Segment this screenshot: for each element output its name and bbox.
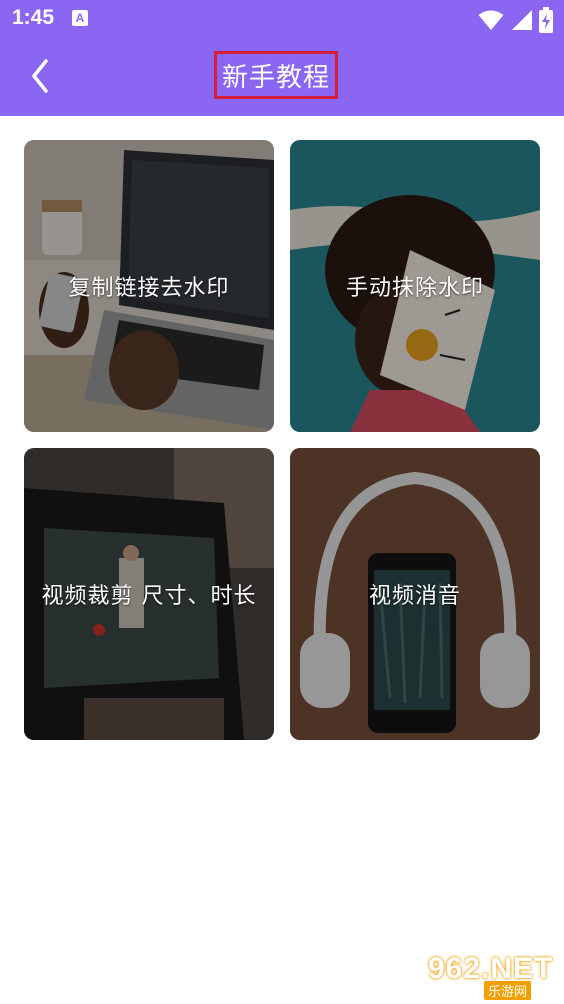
card-label: 视频裁剪 尺寸、时长: [41, 584, 257, 609]
status-icons: [478, 7, 554, 33]
wifi-icon: [478, 10, 504, 30]
status-bar: 1:45 A: [0, 0, 564, 38]
tutorial-card-video-crop[interactable]: 视频裁剪 尺寸、时长: [24, 448, 274, 740]
page-title: 新手教程: [221, 62, 330, 93]
card-label: 手动抹除水印: [345, 276, 484, 301]
back-button[interactable]: [18, 54, 62, 98]
card-label: 视频消音: [368, 584, 461, 609]
tutorial-card-video-mute[interactable]: 视频消音: [290, 448, 540, 740]
battery-icon: [539, 7, 553, 33]
app-bar: 1:45 A 新手教程: [0, 0, 564, 116]
watermark-subtext: 乐游网: [484, 981, 532, 1000]
tutorial-card-copy-link[interactable]: 复制链接去水印: [24, 140, 274, 432]
back-arrow-icon: [32, 59, 48, 93]
page-title-box: 新手教程: [214, 51, 338, 99]
card-label: 复制链接去水印: [68, 276, 230, 301]
signal-icon: [511, 10, 532, 30]
notification-a-icon: A: [72, 10, 88, 26]
status-time: 1:45: [12, 6, 55, 29]
site-watermark: 962.NET 乐游网: [424, 950, 558, 1000]
tutorial-card-manual-erase[interactable]: 手动抹除水印: [290, 140, 540, 432]
